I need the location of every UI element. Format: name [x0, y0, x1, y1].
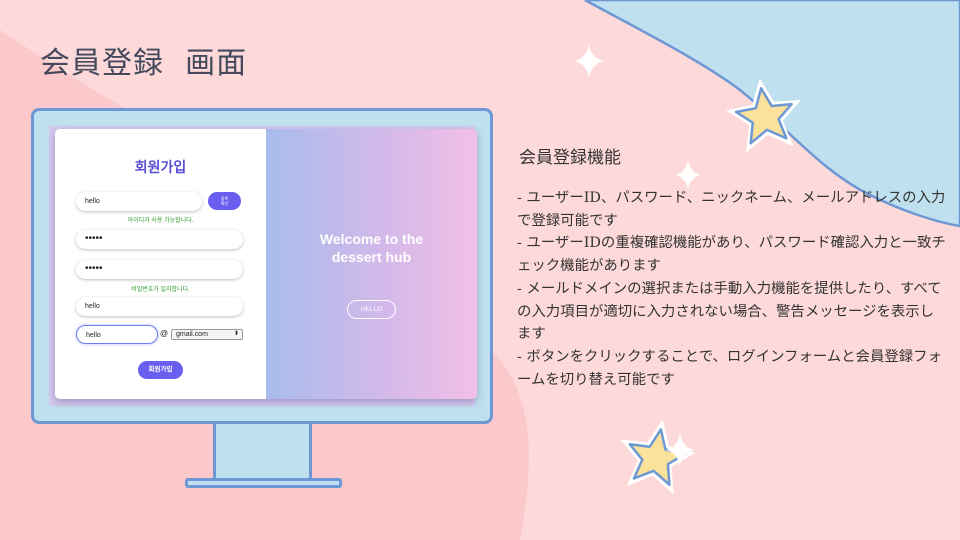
welcome-line: dessert hub [331, 249, 412, 265]
star-bottom-icon [620, 419, 696, 495]
monitor-stand-neck [213, 424, 312, 481]
page-title: 会員登録 画面 [40, 46, 248, 81]
duplicate-check-button[interactable]: 중복 확인 [208, 192, 241, 210]
feature-item: - ボタンをクリックすることで、ログインフォームと会員登録フォームを切り替え可能… [517, 348, 942, 388]
feature-heading: 会員登録機能 [519, 148, 621, 168]
monitor-frame: 회원가입 hello 중복 확인 아이디가 사용 가능합니다. ••••• ••… [31, 108, 493, 424]
welcome-message: Welcome to the dessert hub [266, 230, 477, 266]
feature-item: - メールドメインの選択または手動入力機能を提供したり、すべての入力項目が適切に… [517, 280, 942, 343]
signup-form-title: 회원가입 [134, 159, 187, 175]
sparkle-icon [676, 160, 700, 190]
welcome-panel: Welcome to the dessert hub HELLO [266, 129, 477, 399]
email-domain-select[interactable]: gmail.com ⬍ [171, 329, 243, 340]
select-arrows-icon: ⬍ [233, 331, 239, 337]
monitor-stand-base [185, 478, 342, 488]
email-local-input[interactable]: hello [76, 325, 158, 344]
user-id-input[interactable]: hello [76, 192, 202, 211]
id-available-message: 아이디가 사용 가능합니다. [127, 218, 194, 224]
hello-toggle-button[interactable]: HELLO [347, 300, 396, 319]
signup-form-panel: 회원가입 hello 중복 확인 아이디가 사용 가능합니다. ••••• ••… [55, 129, 266, 399]
signup-app-window: 회원가입 hello 중복 확인 아이디가 사용 가능합니다. ••••• ••… [55, 129, 477, 399]
feature-item: - ユーザーIDの重複確認機能があり、パスワード確認入力と一致チェック機能があり… [517, 235, 946, 275]
email-domain-value: gmail.com [176, 331, 208, 338]
password-confirm-input[interactable]: ••••• [76, 260, 243, 279]
password-match-message: 비밀번호가 일치합니다. [131, 287, 190, 293]
at-symbol: @ [160, 329, 169, 338]
welcome-line: Welcome to the [319, 231, 424, 247]
signup-submit-button[interactable]: 회원가입 [138, 361, 183, 379]
feature-item: - ユーザーID、パスワード、ニックネーム、メールアドレスの入力で登録可能です [517, 190, 946, 229]
password-input[interactable]: ••••• [76, 230, 243, 249]
sparkle-icon [574, 44, 604, 78]
duplicate-check-label: 확인 [220, 201, 229, 206]
nickname-input[interactable]: hello [76, 297, 243, 316]
feature-list: - ユーザーID、パスワード、ニックネーム、メールアドレスの入力で登録可能です … [517, 187, 947, 391]
